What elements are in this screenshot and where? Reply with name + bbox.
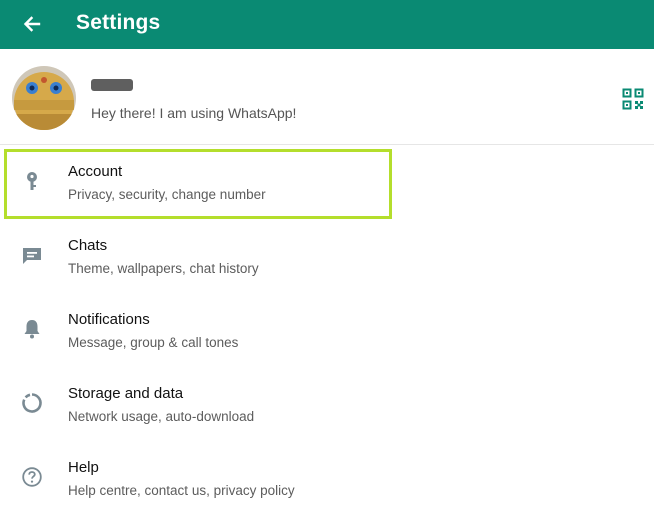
profile-status: Hey there! I am using WhatsApp! — [91, 105, 297, 121]
menu-item-subtitle: Theme, wallpapers, chat history — [68, 261, 259, 276]
qr-code-icon — [622, 88, 644, 110]
storage-icon — [22, 393, 42, 413]
menu-item-storage-and-data[interactable]: Storage and data Network usage, auto-dow… — [0, 367, 654, 441]
menu-item-subtitle: Network usage, auto-download — [68, 409, 255, 424]
menu-item-subtitle: Message, group & call tones — [68, 335, 239, 350]
menu-item-notifications[interactable]: Notifications Message, group & call tone… — [0, 293, 654, 367]
app-bar: Settings — [0, 0, 654, 49]
arrow-left-icon — [23, 16, 41, 32]
avatar[interactable] — [12, 66, 76, 130]
menu-item-title: Account — [68, 163, 123, 180]
profile-name-redacted — [91, 79, 133, 91]
menu-item-subtitle: Privacy, security, change number — [68, 187, 266, 202]
qr-code-button[interactable] — [622, 88, 644, 110]
menu-item-title: Storage and data — [68, 385, 184, 402]
menu-item-chats[interactable]: Chats Theme, wallpapers, chat history — [0, 219, 654, 293]
menu-item-account[interactable]: Account Privacy, security, change number — [0, 145, 654, 219]
chat-icon — [23, 248, 41, 264]
menu-item-title: Help — [68, 459, 99, 476]
help-icon — [22, 467, 42, 487]
key-icon — [27, 172, 37, 190]
profile-picture-image — [12, 66, 76, 130]
bell-icon — [24, 320, 40, 339]
menu-item-title: Chats — [68, 237, 108, 254]
menu-item-help[interactable]: Help Help centre, contact us, privacy po… — [0, 441, 654, 515]
back-button[interactable] — [18, 10, 46, 38]
profile-row[interactable]: Hey there! I am using WhatsApp! — [0, 49, 654, 145]
page-title: Settings — [76, 11, 161, 34]
menu-item-title: Notifications — [68, 311, 150, 328]
menu-item-subtitle: Help centre, contact us, privacy policy — [68, 483, 295, 498]
